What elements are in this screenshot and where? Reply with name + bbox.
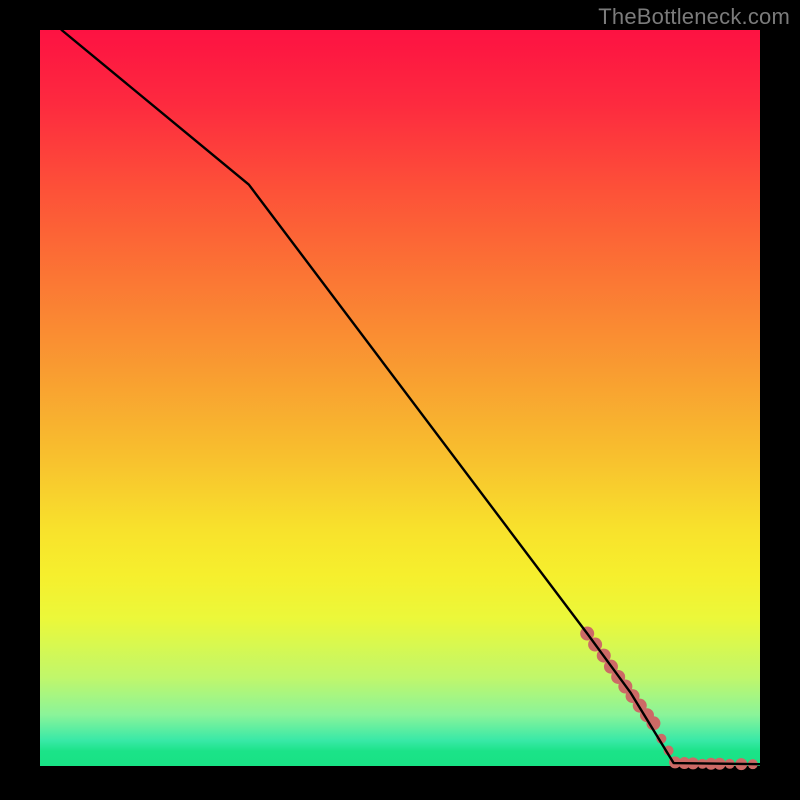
watermark-text: TheBottleneck.com [598, 4, 790, 30]
chart-svg [40, 30, 760, 766]
root-frame: TheBottleneck.com [0, 0, 800, 800]
main-curve [62, 30, 760, 764]
plot-area [40, 30, 760, 766]
marker-group [580, 627, 758, 771]
